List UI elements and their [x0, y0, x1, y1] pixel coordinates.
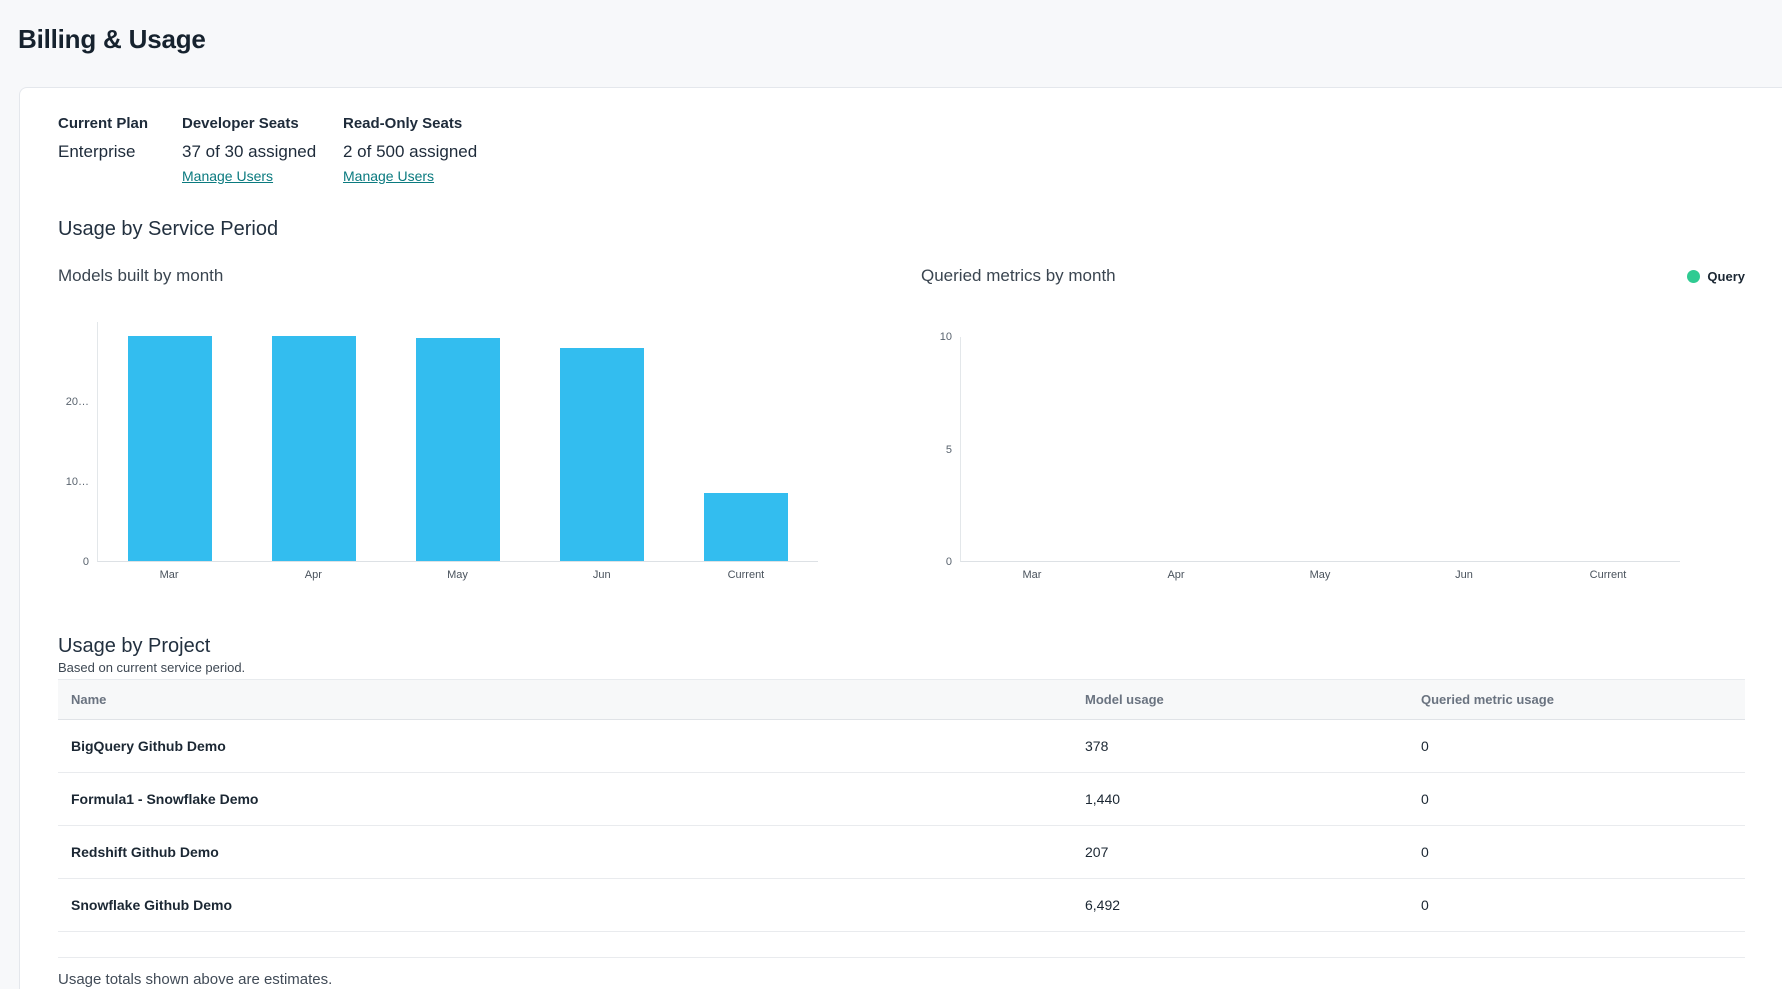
current-plan-value: Enterprise [58, 142, 182, 162]
column-header-queried-metric-usage: Queried metric usage [1421, 692, 1745, 707]
table-row: Snowflake Github Demo6,4920 [58, 879, 1745, 932]
bar-apr [272, 336, 356, 561]
manage-users-link-readonly[interactable]: Manage Users [343, 168, 434, 184]
column-header-name: Name [58, 692, 1085, 707]
queried-metric-usage-value: 0 [1421, 844, 1745, 860]
models-chart-header: Models built by month [58, 265, 818, 287]
y-axis-tick: 0 [946, 555, 952, 569]
y-axis-tick: 10… [66, 475, 89, 489]
project-name: Snowflake Github Demo [58, 897, 1085, 913]
current-plan-label: Current Plan [58, 115, 182, 132]
x-axis-label: May [385, 569, 529, 581]
plan-summary: Current Plan Enterprise Developer Seats … [58, 115, 1745, 186]
models-chart-body: 010…20… [58, 322, 818, 562]
models-built-chart: Models built by month 0 10… 20… MarAprMayJ… [58, 265, 818, 581]
x-axis-label: Apr [1104, 569, 1248, 581]
developer-seats-block: Developer Seats 37 of 30 assigned Manage… [182, 115, 343, 186]
queried-metric-usage-value: 0 [1421, 791, 1745, 807]
developer-seats-label: Developer Seats [182, 115, 343, 132]
queried-metric-usage-value: 0 [1421, 897, 1745, 913]
page-header: Billing & Usage [0, 0, 1782, 87]
bar-jun [560, 348, 644, 561]
usage-by-service-period-heading: Usage by Service Period [58, 217, 1745, 241]
current-plan-block: Current Plan Enterprise [58, 115, 182, 186]
table-row: Redshift Github Demo2070 [58, 826, 1745, 879]
x-axis-label: Current [674, 569, 818, 581]
developer-seats-value: 37 of 30 assigned [182, 142, 343, 162]
usage-table-header-row: Name Model usage Queried metric usage [58, 679, 1745, 720]
models-chart-x-axis: MarAprMayJunCurrent [97, 569, 818, 581]
read-only-seats-label: Read-Only Seats [343, 115, 563, 132]
y-axis-tick: 5 [946, 443, 952, 457]
query-legend-label: Query [1707, 269, 1745, 284]
x-axis-label: Apr [241, 569, 385, 581]
usage-table-body: BigQuery Github Demo3780Formula1 - Snowf… [58, 720, 1745, 932]
manage-users-link-developer[interactable]: Manage Users [182, 168, 273, 184]
x-axis-label: Current [1536, 569, 1680, 581]
query-legend-dot-icon [1687, 270, 1700, 283]
bar-mar [128, 336, 212, 561]
queried-metrics-chart: Queried metrics by month Query 0510 MarA… [921, 265, 1745, 581]
usage-table: Name Model usage Queried metric usage Bi… [58, 679, 1745, 958]
read-only-seats-value: 2 of 500 assigned [343, 142, 563, 162]
queried-metric-usage-value: 0 [1421, 738, 1745, 754]
project-name: BigQuery Github Demo [58, 738, 1085, 754]
metrics-chart-y-axis: 0510 [921, 337, 960, 562]
project-name: Redshift Github Demo [58, 844, 1085, 860]
model-usage-value: 378 [1085, 738, 1421, 754]
read-only-seats-block: Read-Only Seats 2 of 500 assigned Manage… [343, 115, 563, 186]
models-chart-y-axis: 010…20… [58, 322, 97, 562]
y-axis-tick: 0 [83, 555, 89, 569]
query-legend-item[interactable]: Query [1687, 269, 1745, 284]
charts-row: Models built by month 010…20… MarAprMayJ… [58, 265, 1745, 581]
model-usage-value: 6,492 [1085, 897, 1421, 913]
metrics-chart-x-axis: MarAprMayJunCurrent [960, 569, 1680, 581]
x-axis-label: Jun [1392, 569, 1536, 581]
usage-by-project-subtitle: Based on current service period. [58, 660, 1745, 676]
x-axis-label: Jun [530, 569, 674, 581]
models-chart-plot [97, 322, 818, 562]
table-row: BigQuery Github Demo3780 [58, 720, 1745, 773]
billing-card: Current Plan Enterprise Developer Seats … [19, 87, 1782, 989]
metrics-chart-plot [960, 337, 1680, 562]
metrics-chart-title: Queried metrics by month [921, 266, 1116, 286]
models-chart-title: Models built by month [58, 266, 223, 286]
usage-estimate-note: Usage totals shown above are estimates. [58, 971, 1745, 988]
model-usage-value: 1,440 [1085, 791, 1421, 807]
metrics-chart-header: Queried metrics by month Query [921, 265, 1745, 287]
x-axis-label: May [1248, 569, 1392, 581]
usage-by-project-heading: Usage by Project [58, 634, 1745, 658]
y-axis-tick: 10 [940, 330, 952, 344]
y-axis-tick: 20… [66, 395, 89, 409]
x-axis-label: Mar [960, 569, 1104, 581]
table-empty-row [58, 932, 1745, 958]
column-header-model-usage: Model usage [1085, 692, 1421, 707]
metrics-chart-body: 0510 [921, 337, 1745, 562]
bar-current [704, 493, 788, 562]
bar-may [416, 338, 500, 561]
model-usage-value: 207 [1085, 844, 1421, 860]
page-title: Billing & Usage [18, 24, 1782, 55]
x-axis-label: Mar [97, 569, 241, 581]
project-name: Formula1 - Snowflake Demo [58, 791, 1085, 807]
table-row: Formula1 - Snowflake Demo1,4400 [58, 773, 1745, 826]
